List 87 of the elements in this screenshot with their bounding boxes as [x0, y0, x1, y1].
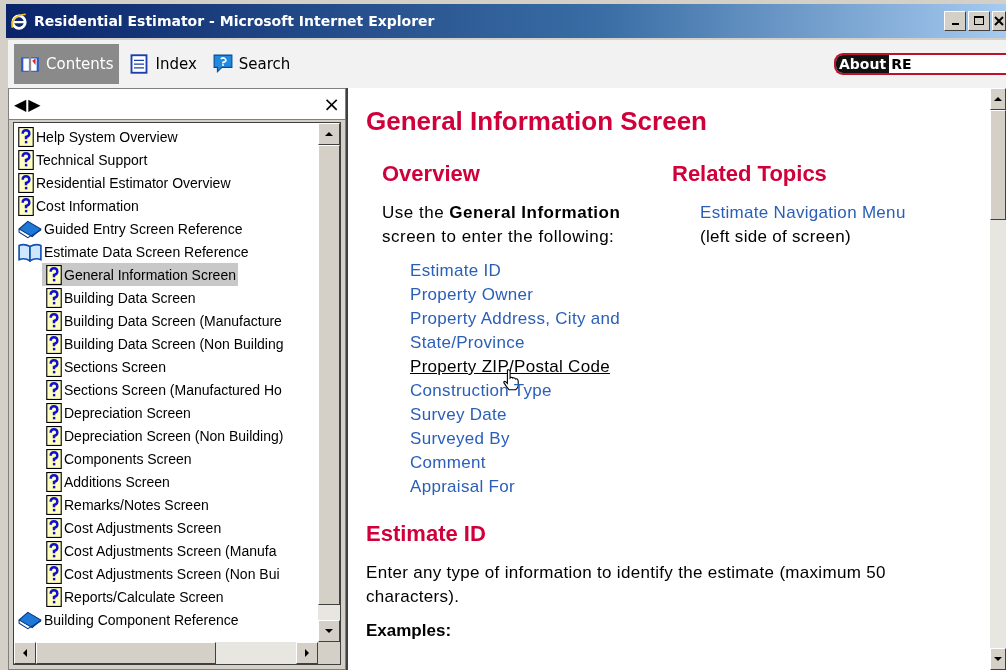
tree-item[interactable]: Sections Screen (Manufactured Ho [42, 378, 284, 401]
scroll-down-icon[interactable] [325, 629, 333, 633]
horizontal-scrollbar[interactable] [13, 642, 341, 665]
help-page-icon [46, 310, 62, 331]
tree-item[interactable]: Cost Adjustments Screen (Non Bui [42, 562, 282, 585]
topic-link[interactable]: Survey Date [410, 403, 507, 427]
tree-item[interactable]: Technical Support [14, 148, 150, 171]
tree-item[interactable]: Help System Overview [14, 125, 180, 148]
help-page-icon [46, 563, 62, 584]
content-scrollbar[interactable] [990, 88, 1006, 670]
help-page-icon [18, 126, 34, 147]
scroll-right-icon[interactable] [305, 649, 309, 657]
help-page-icon [18, 149, 34, 170]
tree-item[interactable]: Cost Adjustments Screen [42, 516, 224, 539]
tree-item[interactable]: Remarks/Notes Screen [42, 493, 211, 516]
nav-tab[interactable]: Index [123, 44, 203, 84]
topic-link[interactable]: Property Owner [410, 283, 534, 307]
tree-item[interactable]: Additions Screen [42, 470, 172, 493]
help-page-icon [46, 264, 62, 285]
scroll-up-icon[interactable] [325, 132, 333, 136]
maximize-icon [974, 16, 984, 26]
topic-link[interactable]: Construction Type [410, 379, 552, 403]
tree-item[interactable]: Sections Screen [42, 355, 168, 378]
section-heading: Related Topics [672, 161, 828, 187]
topic-link[interactable]: Appraisal For [410, 475, 515, 499]
help-page-icon [46, 425, 62, 446]
tree-item[interactable]: Components Screen [42, 447, 194, 470]
tree-item[interactable]: Building Data Screen (Manufacture [42, 309, 284, 332]
scroll-left-icon[interactable] [23, 649, 27, 657]
scroll-up-icon[interactable] [994, 97, 1002, 101]
tree-item[interactable]: Building Data Screen (Non Building [42, 332, 286, 355]
close-button[interactable] [992, 11, 1006, 31]
help-page-icon [46, 494, 62, 515]
scroll-down-icon[interactable] [994, 657, 1002, 661]
topic-link[interactable]: Property ZIP/Postal Code [410, 355, 610, 379]
help-page-icon [46, 471, 62, 492]
forward-button[interactable]: ▶ [27, 94, 42, 114]
description-text: Enter any type of information to identify the estimate (maximum 50 characters). [366, 562, 887, 608]
about-logo[interactable]: About RE [834, 53, 1006, 75]
tree-item[interactable]: Building Component Reference [14, 608, 241, 631]
scroll-thumb[interactable] [36, 642, 216, 664]
minimize-icon [951, 23, 959, 25]
help-page-icon [46, 333, 62, 354]
tree-item[interactable]: Cost Information [14, 194, 141, 217]
topic-link[interactable]: Surveyed By [410, 427, 510, 451]
topic-link[interactable]: Estimate ID [410, 259, 502, 283]
help-page-icon [46, 517, 62, 538]
tree-item[interactable]: General Information Screen [42, 263, 238, 286]
minimize-button[interactable] [944, 11, 966, 31]
related-note: (left side of screen) [700, 226, 852, 248]
help-page-icon [46, 287, 62, 308]
tree-item[interactable]: Guided Entry Screen Reference [14, 217, 245, 240]
help-page-icon [18, 195, 34, 216]
examples-label: Examples: [366, 621, 453, 641]
help-page-icon [46, 379, 62, 400]
document-icon [129, 54, 150, 74]
topic-link[interactable]: Property Address, City and State/Province [410, 307, 672, 355]
help-page-icon [46, 448, 62, 469]
tree-item[interactable]: Cost Adjustments Screen (Manufa [42, 539, 279, 562]
tree-item[interactable]: Depreciation Screen [42, 401, 193, 424]
page-heading: General Information Screen [366, 106, 708, 137]
tree-item[interactable]: Building Data Screen [42, 286, 198, 309]
browser-logo-icon [10, 12, 28, 30]
related-link[interactable]: Estimate Navigation Menu [700, 203, 906, 222]
help-page-icon [46, 402, 62, 423]
tree-item[interactable]: Depreciation Screen (Non Building) [42, 424, 286, 447]
section-heading: Estimate ID [366, 521, 487, 547]
help-bubble-icon [212, 54, 233, 74]
scrollbar-corner [318, 642, 340, 664]
help-page-icon [46, 586, 62, 607]
intro-text: Use the General Information screen to enter the following: [382, 202, 622, 248]
help-page-icon [18, 172, 34, 193]
back-button[interactable]: ◀ [13, 94, 28, 114]
close-icon [994, 16, 1004, 26]
window-title: Residential Estimator - Microsoft Internet Explorer [34, 13, 436, 29]
topic-link[interactable]: Comment [410, 451, 486, 475]
help-page-icon [46, 356, 62, 377]
section-heading: Overview [382, 161, 481, 187]
close-pane-button[interactable]: × [322, 92, 341, 116]
help-page-icon [46, 540, 62, 561]
book-icon [20, 54, 40, 74]
nav-tab[interactable]: Search [206, 44, 297, 84]
maximize-button[interactable] [968, 11, 990, 31]
tree-item[interactable]: Residential Estimator Overview [14, 171, 233, 194]
tree-item[interactable]: Estimate Data Screen Reference [14, 240, 251, 263]
tree-item[interactable]: Reports/Calculate Screen [42, 585, 226, 608]
scroll-thumb[interactable] [990, 110, 1006, 220]
